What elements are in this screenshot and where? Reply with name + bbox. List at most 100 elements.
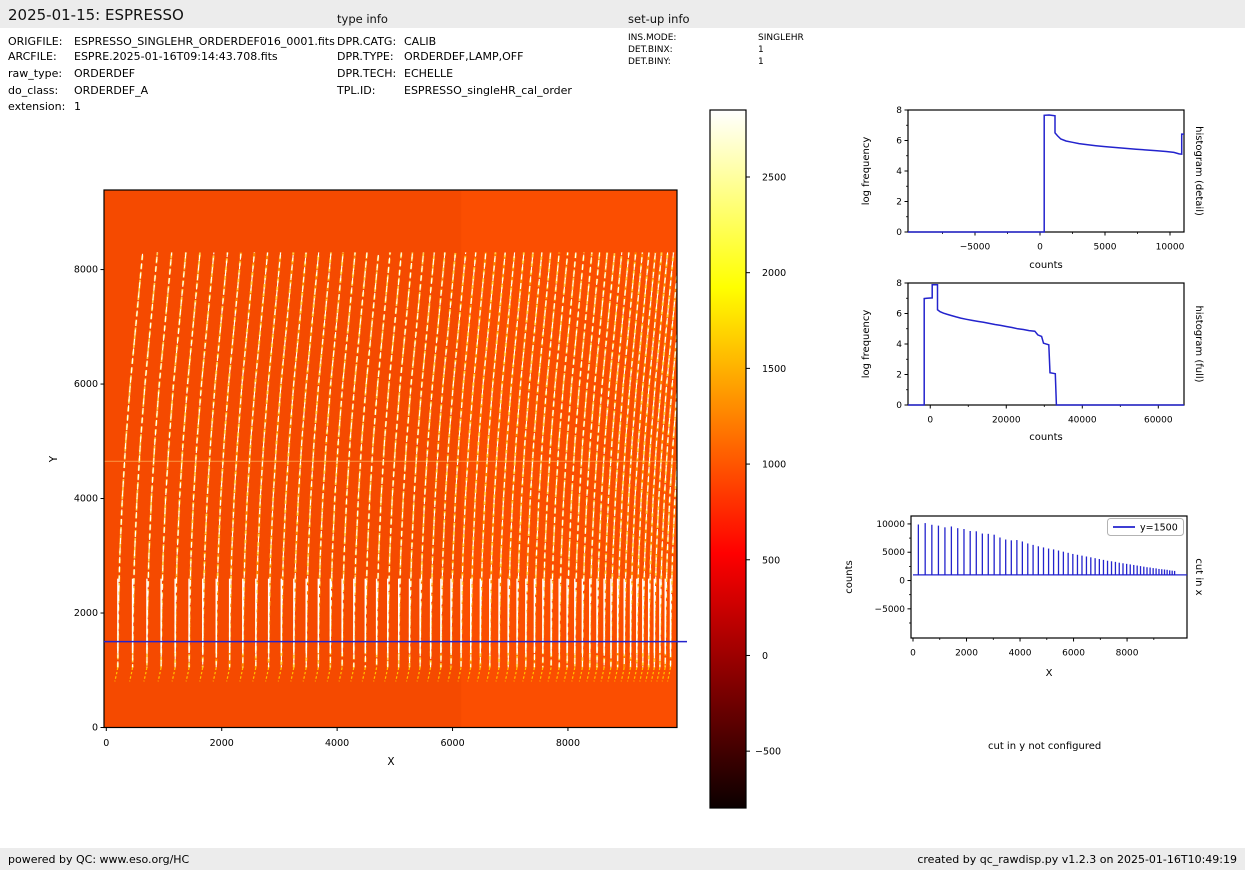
histogram_detail-axes: −5000 0 5000 10000 0 2 4 6 8 counts log frequency h… [861, 106, 1204, 271]
file-info-value: ORDERDEF [74, 67, 136, 80]
y-tick-label: 10000 [876, 520, 905, 530]
y-tick-label: 2 [896, 198, 902, 208]
x-tick-label: 20000 [992, 416, 1021, 426]
footer-bar: powered by QC: www.eso.org/HC created by… [0, 848, 1245, 870]
file-info-row: do_class: ORDERDEF_A [8, 84, 148, 97]
file-info-value: ESPRESSO_SINGLEHR_ORDERDEF016_0001.fits [74, 35, 335, 48]
type-info-row: TPL.ID: ESPRESSO_singleHR_cal_order [337, 84, 572, 97]
right-axis-label: histogram (detail) [1193, 126, 1204, 216]
x-tick-label: 10000 [1156, 243, 1185, 253]
file-info-label: ORIGFILE: [8, 35, 63, 48]
qc-report-page: 2025-01-15: ESPRESSO type info set-up in… [0, 0, 1245, 870]
colorbar-tick-label: 1500 [762, 364, 786, 375]
x-tick-label: 2000 [210, 738, 234, 749]
x-tick-label: 5000 [1094, 243, 1117, 253]
type-info-label: DPR.TYPE: [337, 50, 394, 63]
type-info-value: ESPRESSO_singleHR_cal_order [404, 84, 572, 97]
x-tick-label: 4000 [325, 738, 349, 749]
y-tick-label: 8 [896, 279, 902, 289]
colorbar-tick-label: −500 [755, 747, 781, 758]
colorbar-tick-label: 1000 [762, 460, 786, 471]
footer-right: created by qc_rawdisp.py v1.2.3 on 2025-… [917, 852, 1237, 866]
y-axis-label: counts [844, 560, 855, 593]
x-axis-label: counts [1029, 432, 1062, 443]
x-tick-label: 2000 [955, 649, 978, 659]
type-info-row: DPR.TECH: ECHELLE [337, 67, 453, 80]
y-axis-label: log frequency [861, 137, 872, 206]
file-info-value: ESPRE.2025-01-16T09:14:43.708.fits [74, 50, 278, 63]
y-tick-label: 6 [896, 310, 902, 320]
cut-in-y-note: cut in y not configured [988, 741, 1102, 752]
y-tick-label: 0 [899, 577, 905, 587]
y-tick-label: 6 [896, 137, 902, 147]
raw-image [104, 190, 677, 728]
y-tick-label: 8000 [74, 265, 98, 276]
file-info-label: do_class: [8, 84, 59, 97]
x-tick-label: 4000 [1009, 649, 1032, 659]
file-info-value: ORDERDEF_A [74, 84, 149, 97]
y-axis-label: log frequency [861, 310, 872, 379]
file-info-row: extension: 1 [8, 100, 81, 113]
histogram_full-axes: 0 20000 40000 60000 0 2 4 6 8 counts log frequency… [861, 279, 1204, 443]
x-tick-label: 0 [103, 738, 109, 749]
x-tick-label: 6000 [1062, 649, 1085, 659]
y-tick-label: 0 [92, 723, 98, 734]
colorbar: 2500 2000 1500 1000 500 0 −500 [709, 109, 786, 809]
y-tick-label: 4 [896, 167, 902, 177]
file-info-value: 1 [74, 100, 81, 113]
y-tick-label: 0 [896, 401, 902, 411]
right-axis-label: cut in x [1193, 558, 1204, 595]
histogram_full-line [908, 284, 1184, 406]
colorbar-ramp [709, 109, 747, 809]
colorbar-tick-label: 500 [762, 555, 780, 566]
type-info-value: CALIB [404, 35, 437, 48]
x-tick-label: −5000 [960, 243, 991, 253]
x-tick-label: 40000 [1068, 416, 1097, 426]
y-tick-label: 5000 [882, 548, 905, 558]
colorbar-tick-label: 2000 [762, 268, 786, 279]
detector-half-shade [104, 190, 462, 728]
file-info-label: extension: [8, 100, 66, 113]
file-info-row: ARCFILE: ESPRE.2025-01-16T09:14:43.708.fi… [8, 50, 278, 63]
file-info-row: ORIGFILE: ESPRESSO_SINGLEHR_ORDERDEF016_0… [8, 35, 335, 48]
legend-label: y=1500 [1140, 523, 1178, 534]
y-tick-label: 8 [896, 106, 902, 116]
x-tick-label: 8000 [1116, 649, 1139, 659]
y-tick-label: 4 [896, 340, 902, 350]
file-info-row: raw_type: ORDERDEF [8, 67, 135, 80]
type-info-label: TPL.ID: [337, 84, 376, 97]
type-info-value: ORDERDEF,LAMP,OFF [404, 50, 524, 63]
x-tick-label: 0 [927, 416, 933, 426]
right-axis-label: histogram (full) [1193, 305, 1204, 382]
x-tick-label: 8000 [556, 738, 580, 749]
file-info-label: ARCFILE: [8, 50, 57, 63]
x-tick-label: 0 [1037, 243, 1043, 253]
type-info-label: DPR.TECH: [337, 67, 397, 80]
colorbar-tick-label: 0 [762, 651, 768, 662]
x-axis-label: counts [1029, 260, 1062, 271]
y-tick-label: 4000 [74, 494, 98, 505]
legend: y=1500 [1107, 518, 1184, 536]
x-tick-label: 6000 [440, 738, 464, 749]
y-tick-label: 2000 [74, 608, 98, 619]
colorbar-tick-label: 2500 [762, 172, 786, 183]
x-tick-label: 0 [910, 649, 916, 659]
file-info-label: raw_type: [8, 67, 63, 80]
type-info-row: DPR.TYPE: ORDERDEF,LAMP,OFF [337, 50, 523, 63]
histogram_detail-spines [907, 109, 1185, 233]
type-info-row: DPR.CATG: CALIB [337, 35, 436, 48]
y-tick-label: −5000 [875, 605, 906, 615]
y-axis-label: Y [48, 455, 60, 463]
histogram_detail-line [908, 114, 1184, 233]
x-axis-label: X [387, 756, 394, 768]
y-tick-label: 2 [896, 371, 902, 381]
x-tick-label: 60000 [1144, 416, 1173, 426]
y-tick-label: 0 [896, 228, 902, 238]
x-axis-label: X [1046, 668, 1053, 679]
type-info-value: ECHELLE [404, 67, 454, 80]
y-tick-label: 6000 [74, 379, 98, 390]
type-info-label: DPR.CATG: [337, 35, 397, 48]
cut_in_x-axes: 0 2000 4000 6000 8000 −5000 0 5000 10000 Xcounts c… [844, 515, 1204, 679]
footer-left: powered by QC: www.eso.org/HC [8, 852, 190, 866]
figure-canvas: 0 2000 4000 6000 800002000400060008000XY2500… [48, 106, 1204, 809]
